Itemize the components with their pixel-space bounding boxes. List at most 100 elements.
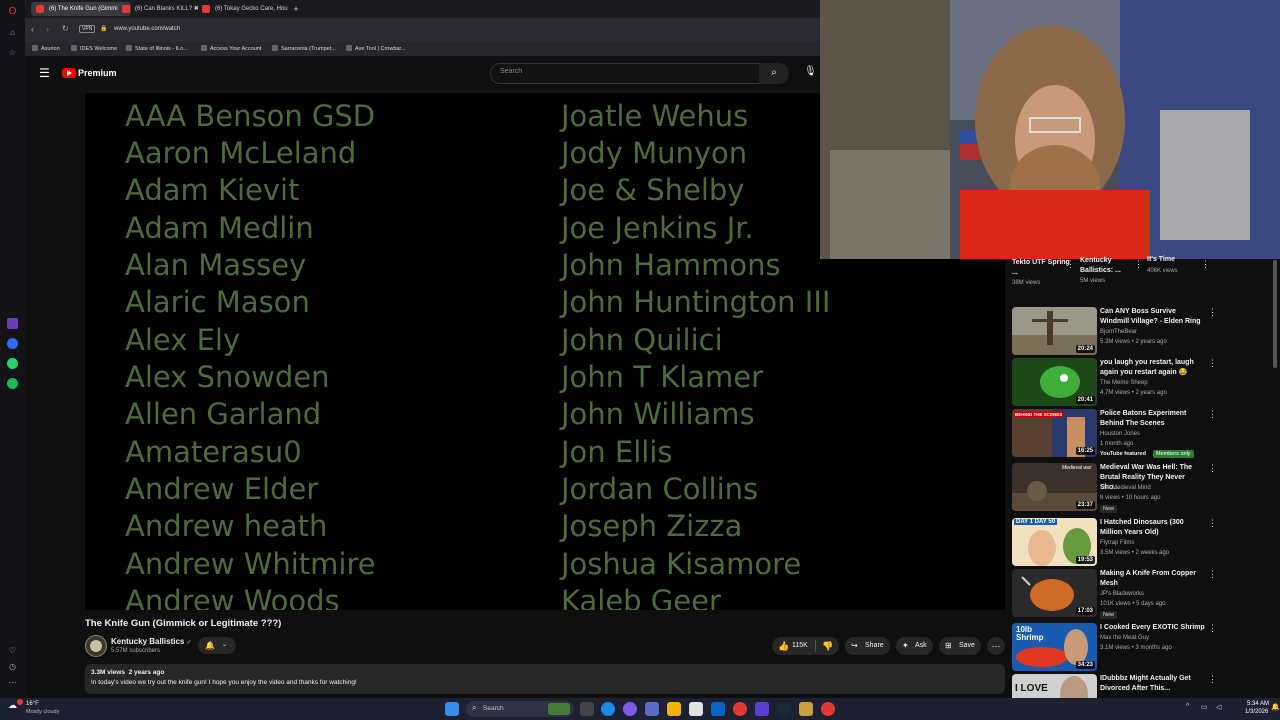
- ask-button[interactable]: ✦ Ask: [896, 637, 933, 655]
- video-title[interactable]: Police Batons Experiment Behind The Scen…: [1100, 409, 1205, 429]
- video-thumbnail[interactable]: DAY 1 DAY 50 19:53: [1012, 518, 1097, 566]
- video-thumbnail[interactable]: Medieval war 23:37: [1012, 463, 1097, 511]
- more-icon[interactable]: ⋮: [1134, 259, 1143, 270]
- scrollbar-thumb[interactable]: [1273, 260, 1277, 368]
- video-title[interactable]: I Hatched Dinosaurs (300 Million Years O…: [1100, 518, 1205, 538]
- tab-gecko[interactable]: (6) Tokay Gecko Care, Hou: [197, 2, 305, 16]
- forward-icon[interactable]: ›: [46, 24, 49, 34]
- channel-name[interactable]: The Meme Sheep: [1100, 380, 1148, 386]
- more-icon[interactable]: ⋮: [1208, 463, 1217, 474]
- more-icon[interactable]: ⋮: [1066, 259, 1075, 270]
- star-icon[interactable]: ☆: [7, 47, 18, 58]
- tray-chevron-icon[interactable]: ^: [1186, 703, 1189, 710]
- bookmark-item[interactable]: Sarracenia (Trumpet...: [272, 45, 336, 52]
- more-icon[interactable]: ⋮: [1208, 409, 1217, 420]
- more-icon[interactable]: ⋮: [1208, 518, 1217, 529]
- clock-date[interactable]: 1/3/2026: [1245, 709, 1268, 715]
- more-icon[interactable]: ⋮: [1208, 358, 1217, 369]
- windows-start-icon[interactable]: [445, 702, 459, 716]
- channel-name[interactable]: Flytrap Films: [1100, 540, 1134, 546]
- task-view-icon[interactable]: [580, 702, 594, 716]
- short-item[interactable]: It's Time 406K views: [1147, 256, 1202, 274]
- video-title[interactable]: you laugh you restart, laugh again you r…: [1100, 358, 1205, 378]
- bookmark-item[interactable]: IDES Welcome: [71, 45, 117, 52]
- messenger-icon[interactable]: [7, 338, 18, 349]
- recommendation-item[interactable]: DAY 1 DAY 50 19:53 I Hatched Dinosaurs (…: [1012, 518, 1277, 568]
- file-explorer-icon[interactable]: [667, 702, 681, 716]
- recommendation-item[interactable]: 10lb Shrimp 34:23 I Cooked Every EXOTIC …: [1012, 623, 1277, 673]
- notification-bell-icon[interactable]: 🔔: [1271, 703, 1280, 711]
- opera-icon[interactable]: [733, 702, 747, 716]
- video-thumbnail[interactable]: 17:03: [1012, 569, 1097, 617]
- menu-icon[interactable]: ☰: [39, 66, 50, 80]
- youtube-logo-icon[interactable]: [62, 68, 76, 78]
- weather-widget[interactable]: ☁: [8, 699, 23, 714]
- search-button[interactable]: ⌕: [759, 63, 789, 84]
- video-thumbnail[interactable]: I LOVE: [1012, 674, 1097, 698]
- url-field[interactable]: www.youtube.com/watch: [114, 26, 180, 32]
- save-button[interactable]: ⊞ Save: [939, 637, 981, 655]
- notification-button[interactable]: 🔔 ⌄: [198, 637, 236, 654]
- edge-icon[interactable]: [601, 702, 615, 716]
- microphone-icon[interactable]: 🎙: [804, 66, 817, 77]
- description-box[interactable]: 3.3M views 2 years ago In today's video …: [85, 664, 1005, 694]
- video-title[interactable]: Can ANY Boss Survive Windmill Village? -…: [1100, 307, 1205, 327]
- channel-name[interactable]: Houston Jones: [1100, 431, 1140, 437]
- copilot-icon[interactable]: [623, 702, 637, 716]
- steam-icon[interactable]: [777, 702, 791, 716]
- more-icon[interactable]: ⋮: [1208, 674, 1217, 685]
- channel-name[interactable]: The Medieval Mind: [1100, 485, 1151, 491]
- video-thumbnail[interactable]: 20:24: [1012, 307, 1097, 355]
- network-icon[interactable]: ▭: [1201, 703, 1208, 711]
- more-actions-button[interactable]: ⋯: [987, 637, 1005, 655]
- share-button[interactable]: ↪ Share: [845, 637, 890, 655]
- aria-icon[interactable]: [7, 318, 18, 329]
- bookmark-item[interactable]: Axe Tool | Crowbar...: [346, 45, 406, 52]
- app-icon[interactable]: [799, 702, 813, 716]
- premium-logo[interactable]: Premium: [78, 68, 117, 78]
- outlook-icon[interactable]: [711, 702, 725, 716]
- recommendation-item[interactable]: Medieval war 23:37 Medieval War Was Hell…: [1012, 463, 1277, 513]
- search-input[interactable]: Search: [490, 63, 760, 84]
- whatsapp-icon[interactable]: [7, 358, 18, 369]
- opera-logo-icon[interactable]: O: [7, 6, 18, 17]
- video-title[interactable]: IDubbbz Might Actually Get Divorced Afte…: [1100, 674, 1205, 694]
- history-icon[interactable]: ◷: [7, 661, 18, 672]
- recommendation-item[interactable]: I LOVE IDubbbz Might Actually Get Divorc…: [1012, 674, 1277, 698]
- more-icon[interactable]: ⋮: [1208, 623, 1217, 634]
- dislike-button[interactable]: 👎: [822, 637, 833, 655]
- like-button[interactable]: 👍: [778, 637, 789, 655]
- channel-name[interactable]: Max the Meat Guy: [1100, 635, 1149, 641]
- channel-name[interactable]: Kentucky Ballistics ✓: [111, 637, 192, 646]
- clock-time[interactable]: 5:34 AM: [1247, 701, 1269, 707]
- bookmark-item[interactable]: Access Your Account: [201, 45, 261, 52]
- recommendation-item[interactable]: 20:24 Can ANY Boss Survive Windmill Vill…: [1012, 307, 1277, 357]
- heart-icon[interactable]: ♡: [7, 645, 18, 656]
- video-thumbnail[interactable]: 10lb Shrimp 34:23: [1012, 623, 1097, 671]
- short-item[interactable]: Kentucky Ballistics: ... 5M views: [1080, 256, 1135, 284]
- more-icon[interactable]: ⋯: [7, 677, 18, 688]
- channel-name[interactable]: JP's Bladeworks: [1100, 591, 1144, 597]
- recommendation-item[interactable]: 17:03 Making A Knife From Copper Mesh JP…: [1012, 569, 1277, 619]
- vpn-badge[interactable]: VPN: [79, 25, 96, 33]
- opera-gx-icon[interactable]: [821, 702, 835, 716]
- bookmark-item[interactable]: State of Illinois - ILo...: [126, 45, 188, 52]
- more-icon[interactable]: ⋮: [1208, 569, 1217, 580]
- app-icon[interactable]: [755, 702, 769, 716]
- reload-icon[interactable]: ↻: [62, 24, 69, 33]
- spotify-icon[interactable]: [7, 378, 18, 389]
- recommendation-item[interactable]: BEHIND THE SCENES 16:25 Police Batons Ex…: [1012, 409, 1277, 459]
- more-icon[interactable]: ⋮: [1201, 259, 1210, 270]
- home-icon[interactable]: ⌂: [7, 27, 18, 38]
- video-thumbnail[interactable]: BEHIND THE SCENES 16:25: [1012, 409, 1097, 457]
- new-tab-button[interactable]: +: [291, 2, 301, 16]
- back-icon[interactable]: ‹: [31, 24, 34, 34]
- store-icon[interactable]: [689, 702, 703, 716]
- recommendation-item[interactable]: 20:41 you laugh you restart, laugh again…: [1012, 358, 1277, 408]
- channel-avatar[interactable]: [85, 635, 107, 657]
- bookmark-item[interactable]: Asurion: [32, 45, 60, 52]
- video-title[interactable]: Making A Knife From Copper Mesh: [1100, 569, 1205, 589]
- taskbar-search[interactable]: ⌕ Search: [466, 701, 574, 717]
- channel-name[interactable]: BjornTheBear: [1100, 329, 1137, 335]
- teams-icon[interactable]: [645, 702, 659, 716]
